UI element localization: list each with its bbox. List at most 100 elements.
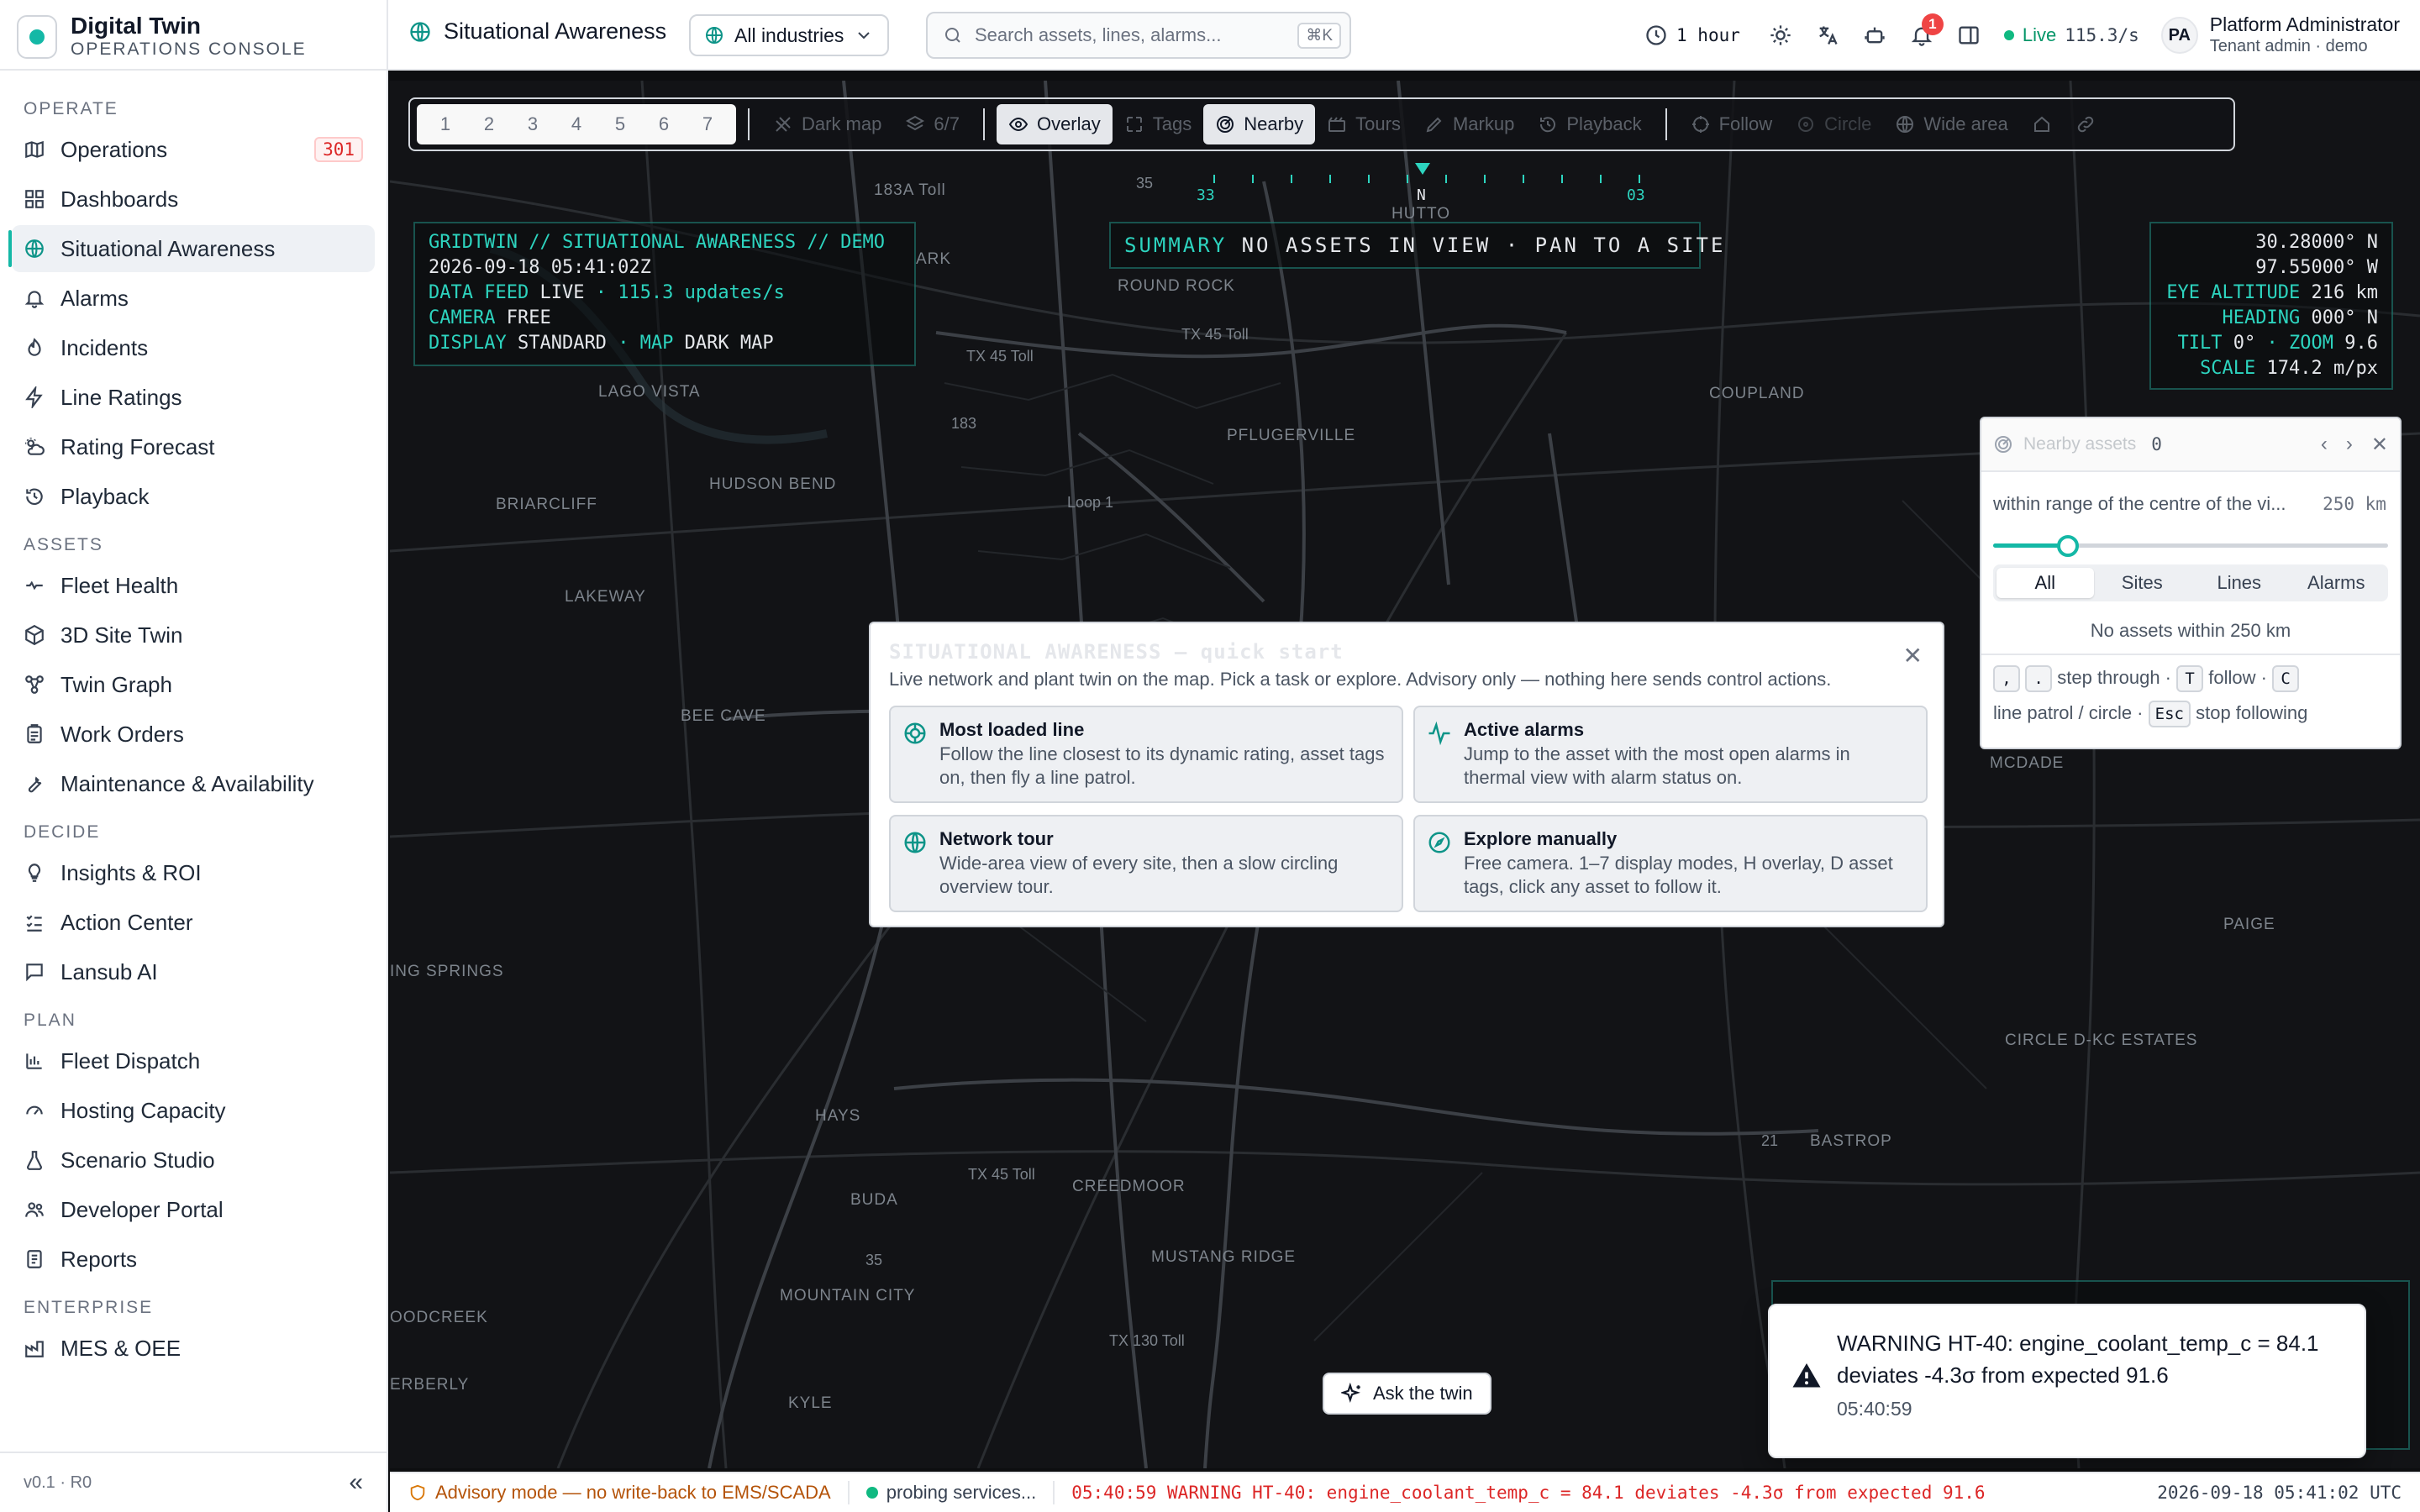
sidebar-item-lansub-ai[interactable]: Lansub AI	[12, 948, 375, 995]
nearby-button[interactable]: Nearby	[1203, 104, 1316, 144]
sidebar-item-fleet-health[interactable]: Fleet Health	[12, 562, 375, 609]
sidebar-item-mes-oee[interactable]: MES & OEE	[12, 1325, 375, 1372]
quick-start-title: SITUATIONAL AWARENESS — quick start	[889, 640, 1344, 664]
sidebar-item-twin-graph[interactable]: Twin Graph	[12, 661, 375, 708]
sidebar-item-alarms[interactable]: Alarms	[12, 275, 375, 322]
markup-button[interactable]: Markup	[1413, 104, 1526, 144]
sidebar: Digital Twin OPERATIONS CONSOLE OPERATE O…	[0, 0, 388, 1512]
sidebar-item-action-center[interactable]: Action Center	[12, 899, 375, 946]
grid-icon	[24, 188, 45, 210]
sidebar-item-insights-roi[interactable]: Insights & ROI	[12, 849, 375, 896]
compass-right-heading: 03	[1627, 186, 1645, 204]
sidebar-item-rating-forecast[interactable]: Rating Forecast	[12, 423, 375, 470]
sidebar-item-playback[interactable]: Playback	[12, 473, 375, 520]
close-icon[interactable]: ✕	[1903, 642, 1923, 669]
nearby-range-row: within range of the centre of the vi... …	[1981, 472, 2400, 526]
tab-all[interactable]: All	[1996, 568, 2094, 598]
search-box[interactable]: ⌘K	[926, 12, 1351, 59]
user-menu[interactable]: PA Platform Administrator Tenant admin ·…	[2160, 13, 2400, 57]
card-title: Most loaded line	[939, 719, 1085, 740]
warning-toast[interactable]: WARNING HT-40: engine_coolant_temp_c = 8…	[1768, 1304, 2366, 1458]
nodes-icon	[24, 674, 45, 696]
collapse-sidebar-icon[interactable]: «	[349, 1468, 363, 1497]
chevron-right-icon[interactable]: ›	[2346, 433, 2353, 457]
range-slider[interactable]	[1993, 533, 2388, 558]
hud-title: GRIDTWIN // SITUATIONAL AWARENESS // DEM…	[429, 232, 886, 253]
time-range-button[interactable]: 1 hour	[1644, 24, 1740, 47]
theme-toggle-button[interactable]	[1769, 24, 1792, 47]
display-mode-button-4[interactable]: 4	[555, 113, 598, 135]
overlay-button[interactable]: Overlay	[996, 104, 1113, 144]
sidebar-item-incidents[interactable]: Incidents	[12, 324, 375, 371]
display-mode-button-5[interactable]: 5	[598, 113, 642, 135]
tab-sites[interactable]: Sites	[2094, 568, 2191, 598]
heart-pulse-icon	[24, 575, 45, 596]
sidebar-item-line-ratings[interactable]: Line Ratings	[12, 374, 375, 421]
sun-icon	[1770, 25, 1791, 45]
display-mode-button-6[interactable]: 6	[642, 113, 686, 135]
layers-button[interactable]: 6/7	[893, 104, 971, 144]
hud-camera-row: CAMERA FREE	[429, 307, 551, 328]
nav-section-heading: OPERATE	[24, 99, 118, 118]
close-icon[interactable]: ✕	[2371, 433, 2388, 457]
sidebar-item-work-orders[interactable]: Work Orders	[12, 711, 375, 758]
industry-select[interactable]: All industries	[689, 14, 889, 56]
notifications-button[interactable]: 1	[1910, 13, 1944, 47]
display-mode-button-3[interactable]: 3	[511, 113, 555, 135]
tag-icon	[1126, 117, 1142, 132]
map-canvas[interactable]: 183A Toll ROUND ROCK HUTTO TX 45 Toll TX…	[390, 81, 2420, 1468]
display-mode-button-7[interactable]: 7	[686, 113, 729, 135]
display-mode-button-2[interactable]: 2	[467, 113, 511, 135]
nearby-count: 0	[2151, 434, 2162, 454]
share-link-button[interactable]	[2064, 104, 2107, 144]
sidebar-item-developer-portal[interactable]: Developer Portal	[12, 1186, 375, 1233]
tours-button[interactable]: Tours	[1315, 104, 1413, 144]
sidebar-item-situational-awareness[interactable]: Situational Awareness	[8, 225, 375, 272]
quick-start-card-explore-manually[interactable]: Explore manually Free camera. 1–7 displa…	[1413, 815, 1928, 912]
sidebar-item-label: Rating Forecast	[60, 433, 215, 459]
circle-button[interactable]: Circle	[1784, 104, 1883, 144]
pulse-icon	[1428, 721, 1450, 746]
chevron-left-icon[interactable]: ‹	[2321, 433, 2328, 457]
sidebar-item-fleet-dispatch[interactable]: Fleet Dispatch	[12, 1037, 375, 1084]
topbar: Situational Awareness All industries ⌘K …	[388, 0, 2420, 71]
dark-map-button[interactable]: Dark map	[761, 104, 893, 144]
follow-button[interactable]: Follow	[1679, 104, 1785, 144]
sidebar-item-dashboards[interactable]: Dashboards	[12, 176, 375, 223]
toolbar-divider	[982, 108, 985, 140]
tags-button[interactable]: Tags	[1113, 104, 1203, 144]
sidebar-item-operations[interactable]: Operations 301	[12, 126, 375, 173]
nearby-range-value: 250 km	[2323, 494, 2386, 514]
sidebar-item-maintenance-availability[interactable]: Maintenance & Availability	[12, 760, 375, 807]
tab-alarms[interactable]: Alarms	[2288, 568, 2386, 598]
nearby-filter-tabs: All Sites Lines Alarms	[1993, 564, 2388, 601]
sidebar-item-scenario-studio[interactable]: Scenario Studio	[12, 1137, 375, 1184]
help-stop-text: stop following	[2196, 702, 2308, 723]
users-icon	[24, 1199, 45, 1221]
range-slider-handle[interactable]	[2057, 535, 2080, 557]
search-input[interactable]	[975, 24, 1294, 46]
quick-start-card-most-loaded-line[interactable]: Most loaded line Follow the line closest…	[889, 706, 1403, 803]
sidebar-item-hosting-capacity[interactable]: Hosting Capacity	[12, 1087, 375, 1134]
status-alert-ticker[interactable]: 05:40:59 WARNING HT-40: engine_coolant_t…	[1071, 1483, 1985, 1503]
quick-start-card-network-tour[interactable]: Network tour Wide-area view of every sit…	[889, 815, 1403, 912]
layout-toggle-button[interactable]	[1957, 24, 1981, 47]
quick-start-card-active-alarms[interactable]: Active alarms Jump to the asset with the…	[1413, 706, 1928, 803]
tab-lines[interactable]: Lines	[2191, 568, 2288, 598]
bolt-icon	[24, 386, 45, 408]
sidebar-item-3d-site-twin[interactable]: 3D Site Twin	[12, 612, 375, 659]
display-mode-button-1[interactable]: 1	[424, 113, 467, 135]
brand[interactable]: Digital Twin OPERATIONS CONSOLE	[17, 12, 307, 62]
assistant-button[interactable]	[1863, 24, 1886, 47]
wide-area-button[interactable]: Wide area	[1883, 104, 2019, 144]
hud-latitude: 30.28000° N	[2255, 232, 2378, 253]
clapper-icon	[1328, 117, 1346, 132]
sidebar-item-reports[interactable]: Reports	[12, 1236, 375, 1283]
probe-text: probing services...	[886, 1482, 1037, 1503]
ask-the-twin-button[interactable]: Ask the twin	[1323, 1373, 1491, 1415]
panel-icon	[1959, 26, 1979, 45]
playback-button[interactable]: Playback	[1526, 104, 1653, 144]
radar-icon	[1995, 436, 2012, 453]
home-view-button[interactable]	[2020, 104, 2064, 144]
language-button[interactable]	[1816, 24, 1839, 47]
